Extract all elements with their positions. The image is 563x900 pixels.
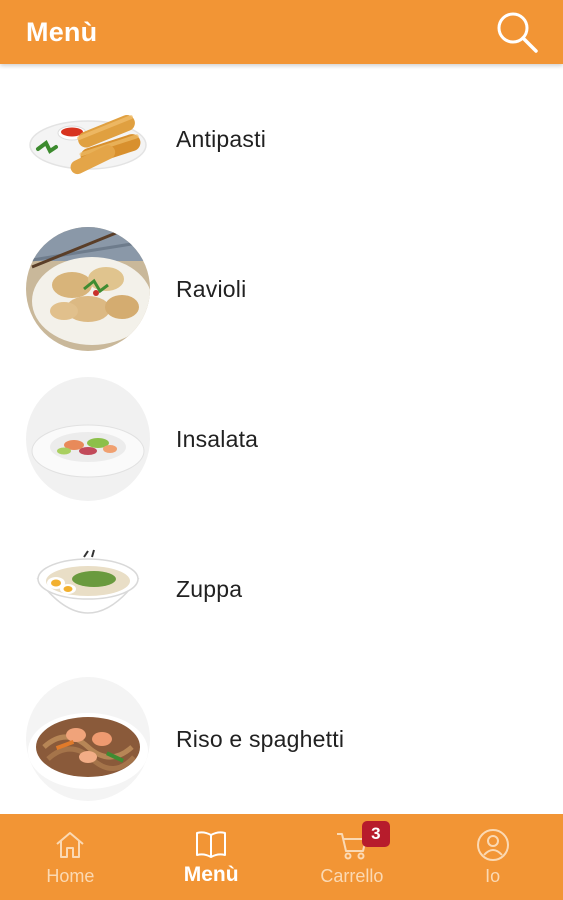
- category-label: Antipasti: [176, 125, 267, 152]
- dumplings-image: [26, 227, 150, 351]
- search-button[interactable]: [493, 8, 541, 56]
- page-title: Menù: [26, 16, 98, 47]
- noodles-image: [26, 677, 150, 801]
- book-icon: [196, 831, 227, 858]
- category-item-ravioli[interactable]: Ravioli: [0, 214, 563, 364]
- category-item-zuppa[interactable]: Zuppa: [0, 514, 563, 664]
- salad-image: [26, 377, 150, 501]
- nav-cart-label: Carrello: [320, 865, 384, 886]
- nav-cart[interactable]: 3 Carrello: [282, 814, 423, 900]
- category-label: Zuppa: [176, 575, 243, 602]
- nav-home[interactable]: Home: [0, 814, 141, 900]
- nav-profile[interactable]: Io: [422, 814, 563, 900]
- nav-menu[interactable]: Menù: [141, 814, 282, 900]
- app-bar: Menù: [0, 0, 563, 64]
- nav-home-label: Home: [46, 865, 95, 886]
- category-label: Ravioli: [176, 275, 247, 302]
- soup-bowl-image: [26, 527, 150, 651]
- search-icon: [497, 12, 538, 53]
- category-item-antipasti[interactable]: Antipasti: [0, 64, 563, 214]
- user-icon: [476, 828, 509, 861]
- spring-rolls-image: [26, 77, 150, 201]
- category-list: Antipasti Ravioli Insalata Zuppa Riso e …: [0, 64, 563, 814]
- category-item-riso-e-spaghetti[interactable]: Riso e spaghetti: [0, 664, 563, 814]
- home-icon: [56, 831, 85, 858]
- bottom-navigation: Home Menù 3 Carrello Io: [0, 814, 563, 900]
- nav-menu-label: Menù: [183, 863, 239, 886]
- cart-count-badge: 3: [361, 820, 390, 847]
- category-label: Insalata: [176, 425, 259, 452]
- category-item-insalata[interactable]: Insalata: [0, 364, 563, 514]
- nav-profile-label: Io: [485, 865, 501, 886]
- category-label: Riso e spaghetti: [176, 725, 345, 752]
